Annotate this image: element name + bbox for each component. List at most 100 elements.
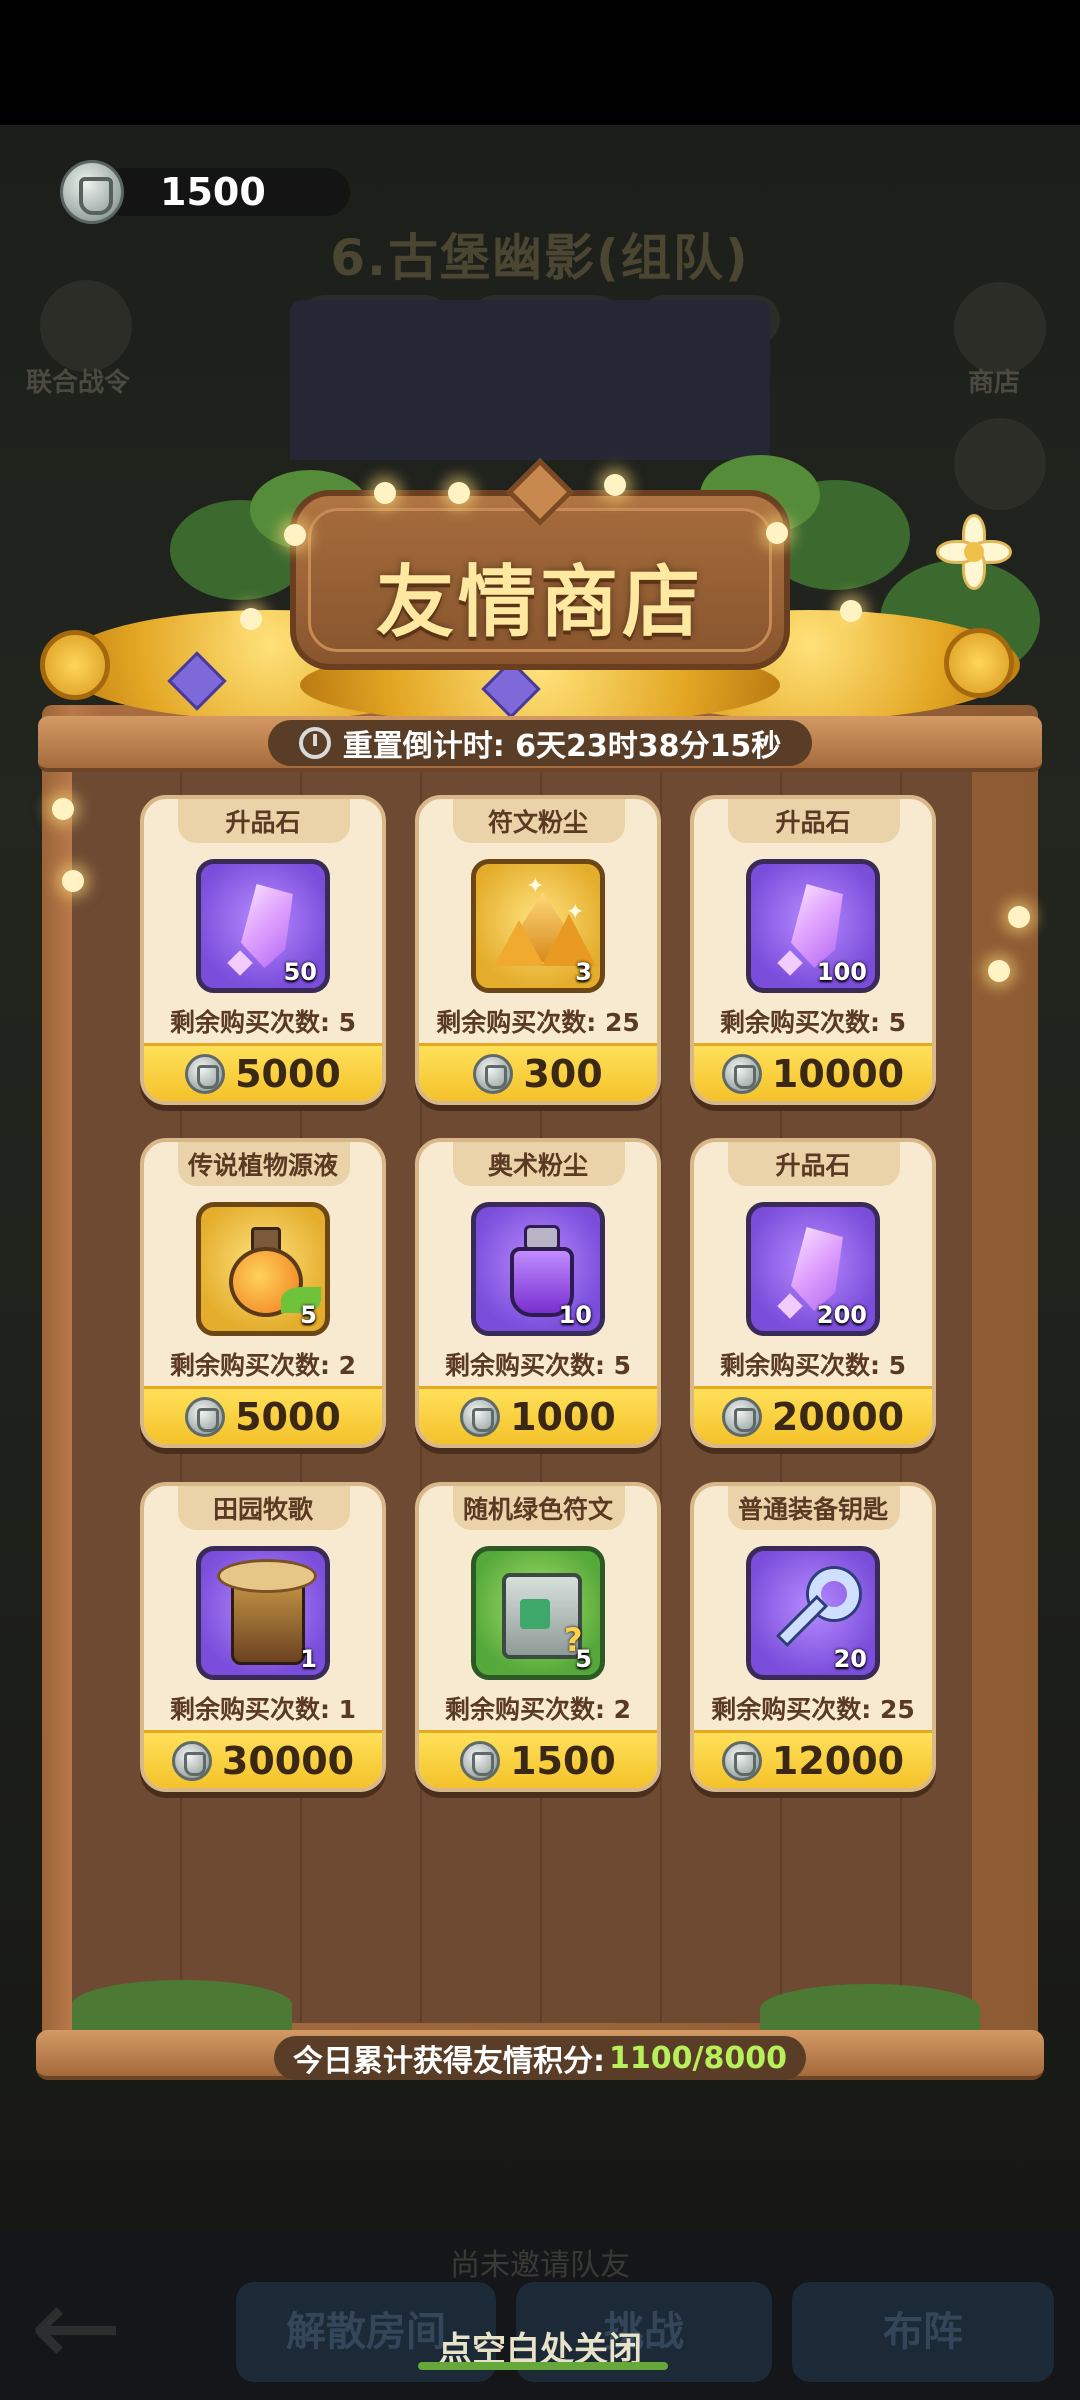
remaining-purchases: 剩余购买次数: 2	[444, 1695, 632, 1724]
item-name: 随机绿色符文	[462, 1495, 613, 1524]
item-name: 升品石	[225, 808, 301, 837]
buy-button[interactable]: 20000	[694, 1386, 932, 1444]
item-price: 300	[523, 1051, 603, 1096]
remaining-purchases: 剩余购买次数: 1	[169, 1695, 357, 1724]
item-quantity: 5	[575, 1645, 592, 1673]
reset-timer-label: 重置倒计时: 6天23时38分15秒	[342, 729, 782, 764]
friendship-coin-icon	[460, 1740, 501, 1781]
stage-title: 6.古堡幽影(组队)	[330, 229, 750, 287]
remaining-purchases: 剩余购买次数: 5	[719, 1008, 907, 1037]
daily-points: 今日累计获得友情积分: 1100/8000	[274, 2036, 806, 2080]
remaining-purchases: 剩余购买次数: 2	[169, 1351, 357, 1380]
daily-points-value: 1100/8000	[609, 2040, 787, 2076]
currency-display: 1500	[60, 160, 350, 224]
friendship-coin-icon	[185, 1053, 226, 1094]
crystal-shard	[777, 1293, 803, 1319]
item-name: 奥术粉尘	[487, 1151, 588, 1180]
item-price: 20000	[771, 1394, 905, 1439]
upgrade-stone-icon: 100	[746, 859, 880, 993]
legend-plant-essence-icon: 5	[196, 1202, 330, 1336]
reset-timer: 重置倒计时: 6天23时38分15秒	[268, 720, 812, 766]
crystal-shape	[241, 884, 293, 968]
shop-item-card[interactable]: 符文粉尘 ✦ ✦ 3 剩余购买次数: 25 300	[415, 795, 661, 1105]
shop-item-card[interactable]: 升品石 100 剩余购买次数: 5 10000	[690, 795, 936, 1105]
item-quantity: 10	[558, 1301, 592, 1329]
light-bulb	[840, 600, 862, 622]
item-name: 田园牧歌	[212, 1495, 313, 1524]
battle-pass-icon[interactable]	[40, 280, 132, 372]
buy-button[interactable]: 10000	[694, 1043, 932, 1101]
buy-button[interactable]: 1500	[419, 1730, 657, 1788]
shop-item-card[interactable]: 田园牧歌 1 剩余购买次数: 1 30000	[140, 1482, 386, 1792]
item-name: 传说植物源液	[187, 1151, 338, 1180]
buy-button[interactable]: 30000	[144, 1730, 382, 1788]
item-quantity: 3	[575, 958, 592, 986]
light-bulb	[766, 522, 788, 544]
light-bulb	[1008, 906, 1030, 928]
flower-close-button[interactable]	[932, 510, 1016, 594]
shop-item-card[interactable]: 升品石 200 剩余购买次数: 5 20000	[690, 1138, 936, 1448]
crystal-shape	[791, 884, 843, 968]
friendship-coin-icon	[721, 1740, 762, 1781]
rune-glyph	[520, 1599, 550, 1629]
hat-shape	[217, 1559, 317, 1593]
light-bulb	[240, 608, 262, 630]
crystal-shape	[791, 1227, 843, 1311]
invite-hint: 尚未邀请队友	[450, 2248, 630, 2283]
shop-label: 商店	[968, 368, 1021, 398]
friendship-coin-icon	[721, 1396, 762, 1437]
shop-item-card[interactable]: 奥术粉尘 10 剩余购买次数: 5 1000	[415, 1138, 661, 1448]
shop-item-card[interactable]: 升品石 50 剩余购买次数: 5 5000	[140, 795, 386, 1105]
grass-decoration	[760, 1984, 980, 2034]
buy-button[interactable]: 1000	[419, 1386, 657, 1444]
buy-button[interactable]: 5000	[144, 1386, 382, 1444]
sparkle-icon: ✦	[526, 874, 545, 899]
remaining-purchases: 剩余购买次数: 25	[711, 1695, 915, 1724]
arcane-dust-icon: 10	[471, 1202, 605, 1336]
clock-icon	[298, 727, 331, 759]
upgrade-stone-icon: 50	[196, 859, 330, 993]
shop-item-card[interactable]: 普通装备钥匙 20 剩余购买次数: 25 12000	[690, 1482, 936, 1792]
crystal-shard	[777, 950, 803, 976]
buy-button[interactable]: 12000	[694, 1730, 932, 1788]
random-green-rune-icon: ? 5	[471, 1546, 605, 1680]
friendship-coin-icon	[460, 1396, 501, 1437]
item-price: 5000	[235, 1394, 341, 1439]
friendship-coin-icon	[60, 160, 124, 224]
shop-item-card[interactable]: 随机绿色符文 ? 5 剩余购买次数: 2 1500	[415, 1482, 661, 1792]
item-price: 5000	[235, 1051, 341, 1096]
item-price: 12000	[771, 1738, 905, 1783]
remaining-purchases: 剩余购买次数: 5	[169, 1008, 357, 1037]
light-bulb	[604, 474, 626, 496]
light-bulb	[374, 482, 396, 504]
sparkle-icon: ✦	[566, 900, 585, 925]
shop-item-card[interactable]: 传说植物源液 5 剩余购买次数: 2 5000	[140, 1138, 386, 1448]
item-quantity: 200	[816, 1301, 867, 1329]
friendship-coin-icon	[721, 1053, 762, 1094]
item-name: 升品石	[775, 808, 851, 837]
upgrade-stone-icon: 200	[746, 1202, 880, 1336]
buy-button[interactable]: 300	[419, 1043, 657, 1101]
status-bar	[0, 0, 1080, 125]
item-price: 10000	[771, 1051, 905, 1096]
remaining-purchases: 剩余购买次数: 5	[719, 1351, 907, 1380]
friendship-coin-icon	[171, 1740, 212, 1781]
gold-coin-icon	[40, 630, 110, 700]
crystal-shard	[227, 950, 253, 976]
rules-icon[interactable]	[954, 418, 1046, 510]
light-bulb	[52, 798, 74, 820]
vine-decoration	[418, 2362, 668, 2370]
light-bulb	[284, 524, 306, 546]
item-quantity: 1	[300, 1645, 317, 1673]
castle-image	[290, 300, 770, 460]
key-shaft	[775, 1594, 829, 1648]
pastoral-outfit-icon: 1	[196, 1546, 330, 1680]
remaining-purchases: 剩余购买次数: 25	[436, 1008, 640, 1037]
buy-button[interactable]: 5000	[144, 1043, 382, 1101]
remaining-purchases: 剩余购买次数: 5	[444, 1351, 632, 1380]
item-price: 1500	[510, 1738, 616, 1783]
shop-icon[interactable]	[954, 282, 1046, 374]
grass-decoration	[72, 1980, 292, 2030]
flower-icon	[964, 542, 984, 562]
battle-pass-label: 联合战令	[26, 368, 131, 398]
